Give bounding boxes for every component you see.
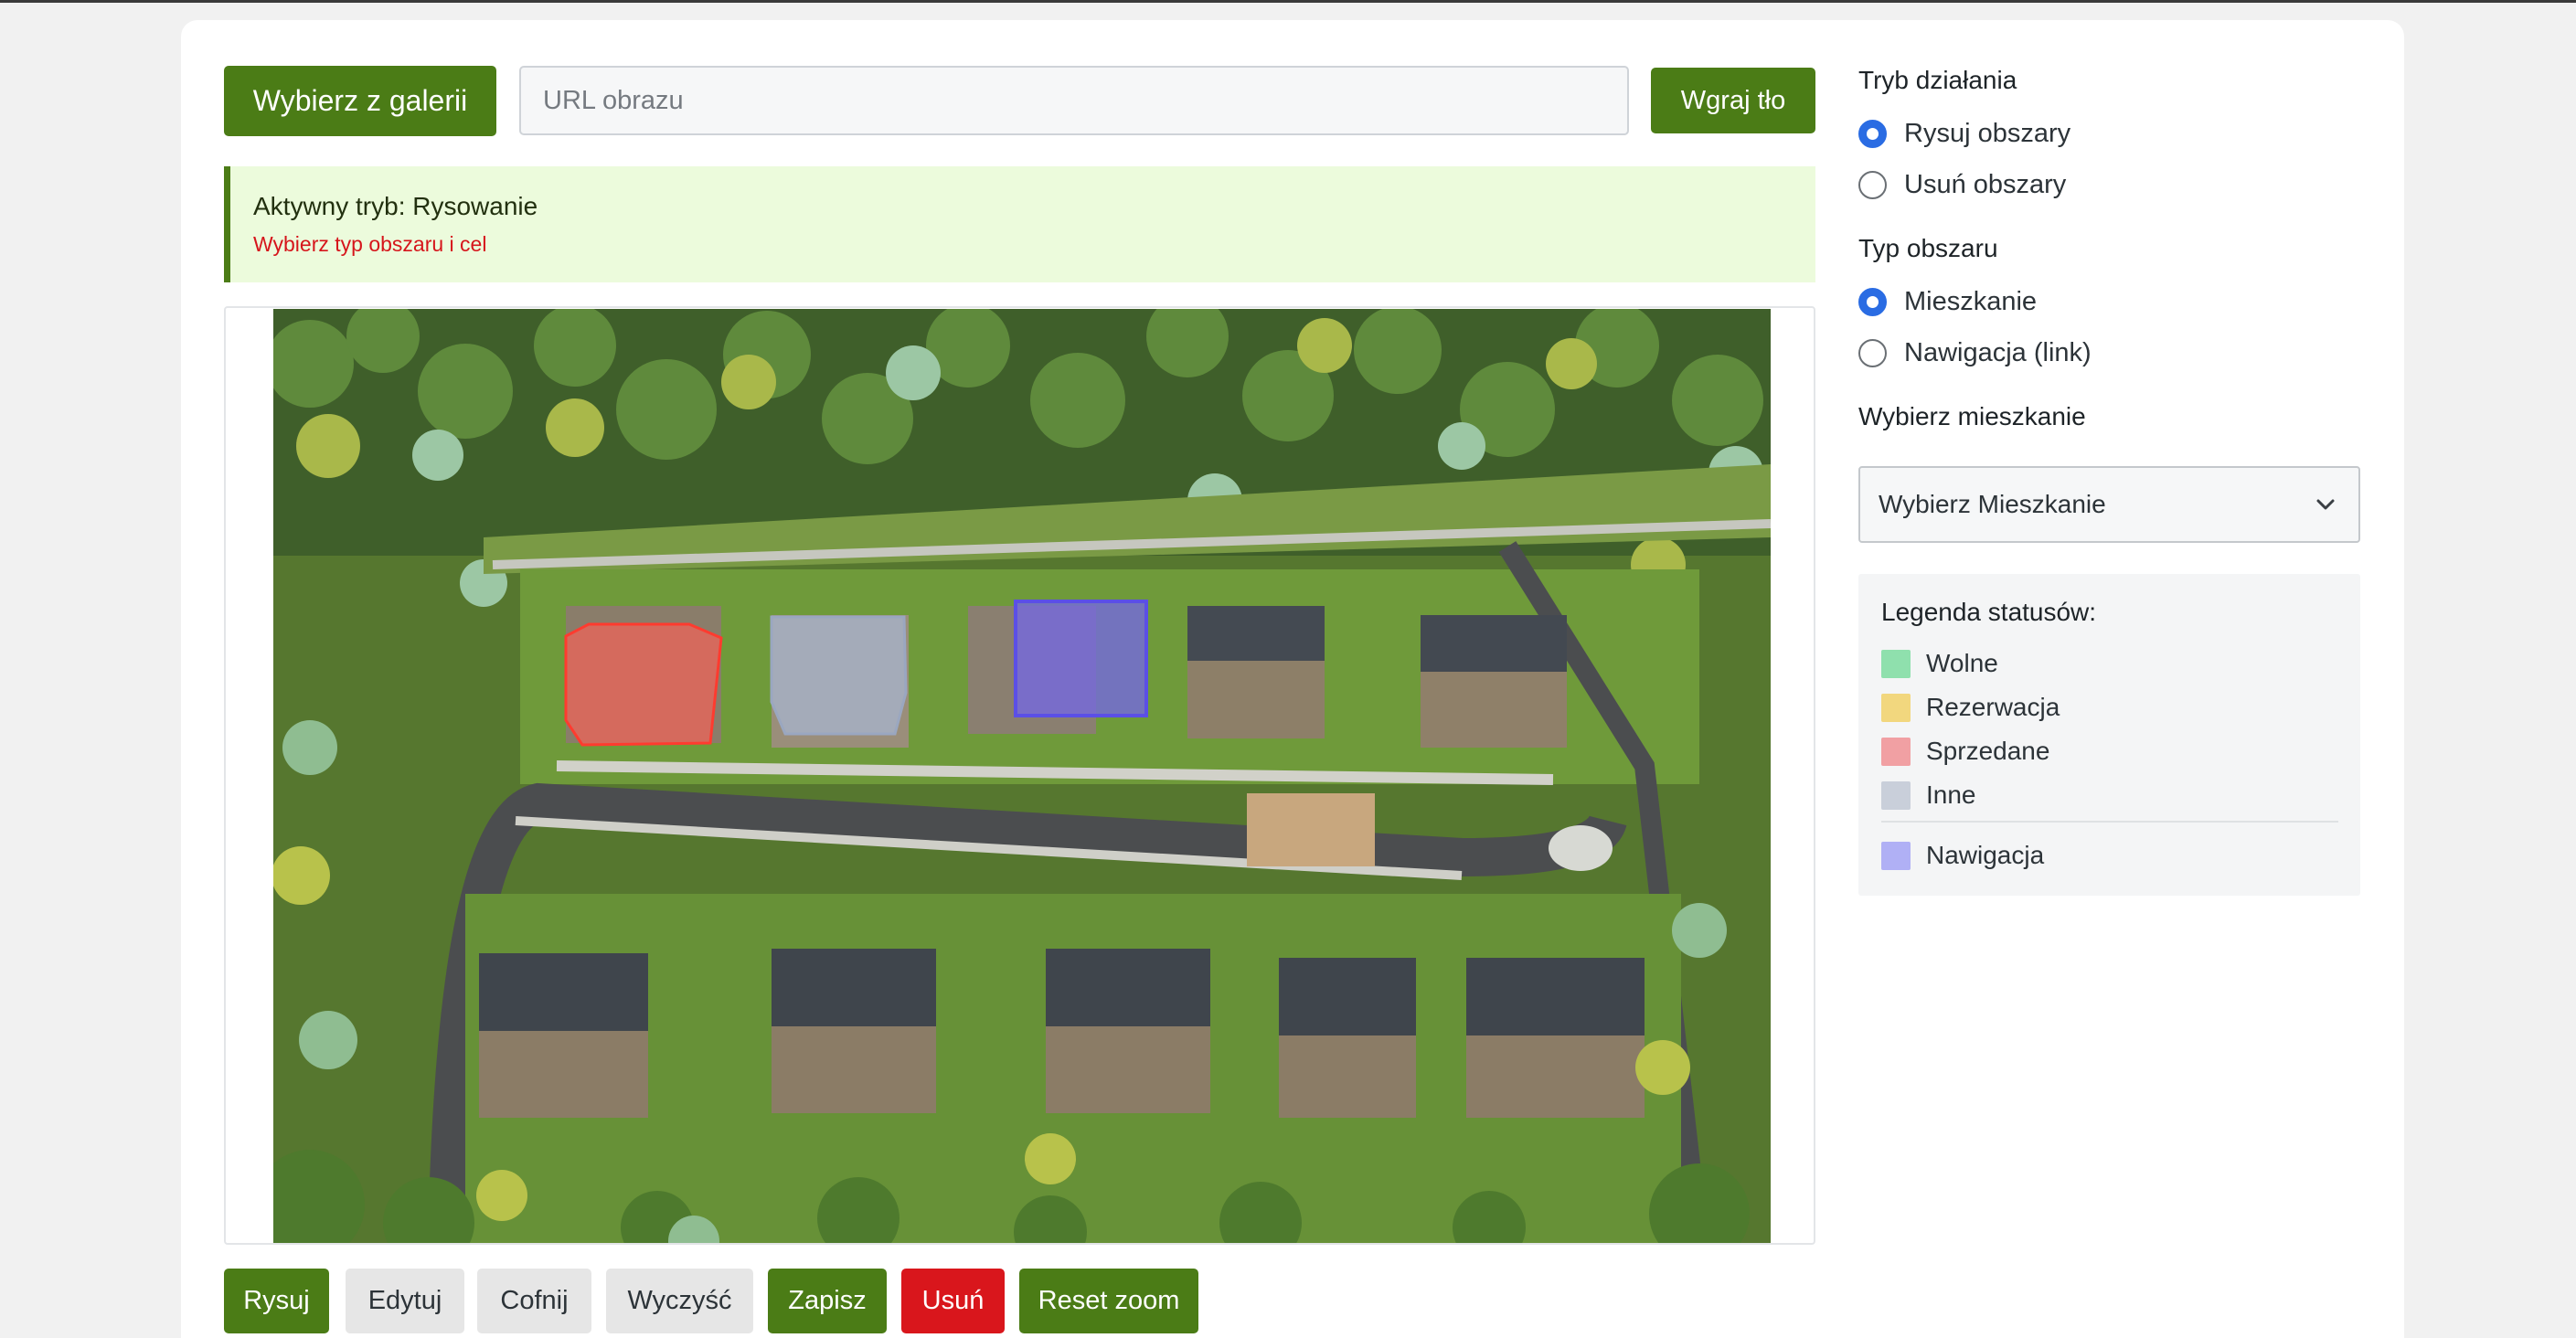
legend-label: Inne — [1926, 780, 1976, 809]
radio-button[interactable] — [1858, 338, 1887, 367]
radio-navigation-link[interactable]: Nawigacja (link) — [1858, 334, 2092, 371]
undo-button[interactable]: Cofnij — [477, 1269, 591, 1333]
draw-button[interactable]: Rysuj — [224, 1269, 329, 1333]
radio-label: Usuń obszary — [1904, 169, 2067, 199]
legend-item-other: Inne — [1881, 777, 1976, 813]
notice-title: Aktywny tryb: Rysowanie — [253, 192, 538, 220]
radio-label: Nawigacja (link) — [1904, 337, 2092, 367]
radio-label: Rysuj obszary — [1904, 118, 2071, 148]
legend-swatch — [1881, 780, 1911, 810]
legend-label: Wolne — [1926, 649, 1998, 677]
mode-heading: Tryb działania — [1858, 66, 2017, 94]
reset-zoom-button[interactable]: Reset zoom — [1019, 1269, 1198, 1333]
radio-button-selected[interactable] — [1858, 287, 1887, 316]
area-type-heading: Typ obszaru — [1858, 234, 1998, 262]
window-top-edge — [0, 0, 2576, 3]
radio-button[interactable] — [1858, 170, 1887, 199]
clear-button[interactable]: Wyczyść — [606, 1269, 753, 1333]
legend-swatch — [1881, 841, 1911, 870]
legend-item-reservation: Rezerwacja — [1881, 689, 2060, 726]
apartment-select[interactable]: Wybierz Mieszkanie — [1858, 466, 2360, 543]
legend-item-navigation: Nawigacja — [1881, 837, 2044, 874]
legend-swatch — [1881, 693, 1911, 722]
image-url-input[interactable] — [519, 66, 1629, 135]
drawing-canvas[interactable] — [224, 306, 1815, 1245]
save-button[interactable]: Zapisz — [768, 1269, 887, 1333]
radio-label: Mieszkanie — [1904, 286, 2038, 316]
radio-button-selected[interactable] — [1858, 119, 1887, 148]
radio-delete-areas[interactable]: Usuń obszary — [1858, 166, 2066, 203]
legend-label: Sprzedane — [1926, 737, 2050, 765]
notice-subtitle: Wybierz typ obszaru i cel — [253, 232, 487, 256]
legend-title: Legenda statusów: — [1881, 598, 2097, 626]
upload-background-button[interactable]: Wgraj tło — [1651, 68, 1815, 133]
legend-label: Rezerwacja — [1926, 693, 2060, 721]
legend-item-free: Wolne — [1881, 645, 1998, 682]
legend-label: Nawigacja — [1926, 841, 2045, 869]
status-legend: Legenda statusów: Wolne Rezerwacja Sprze… — [1858, 574, 2360, 896]
delete-button[interactable]: Usuń — [901, 1269, 1005, 1333]
apartment-select-value: Wybierz Mieszkanie — [1879, 490, 2106, 518]
chevron-down-icon — [2316, 499, 2335, 510]
legend-divider — [1881, 821, 2338, 823]
legend-swatch — [1881, 649, 1911, 678]
legend-swatch — [1881, 737, 1911, 766]
legend-item-sold: Sprzedane — [1881, 733, 2049, 770]
active-mode-notice: Aktywny tryb: Rysowanie Wybierz typ obsz… — [224, 166, 1815, 282]
choose-from-gallery-button[interactable]: Wybierz z galerii — [224, 66, 496, 136]
edit-button[interactable]: Edytuj — [346, 1269, 464, 1333]
background-image[interactable] — [273, 309, 1771, 1243]
radio-draw-areas[interactable]: Rysuj obszary — [1858, 115, 2070, 152]
apartment-heading: Wybierz mieszkanie — [1858, 402, 2086, 430]
radio-apartment[interactable]: Mieszkanie — [1858, 283, 2037, 320]
